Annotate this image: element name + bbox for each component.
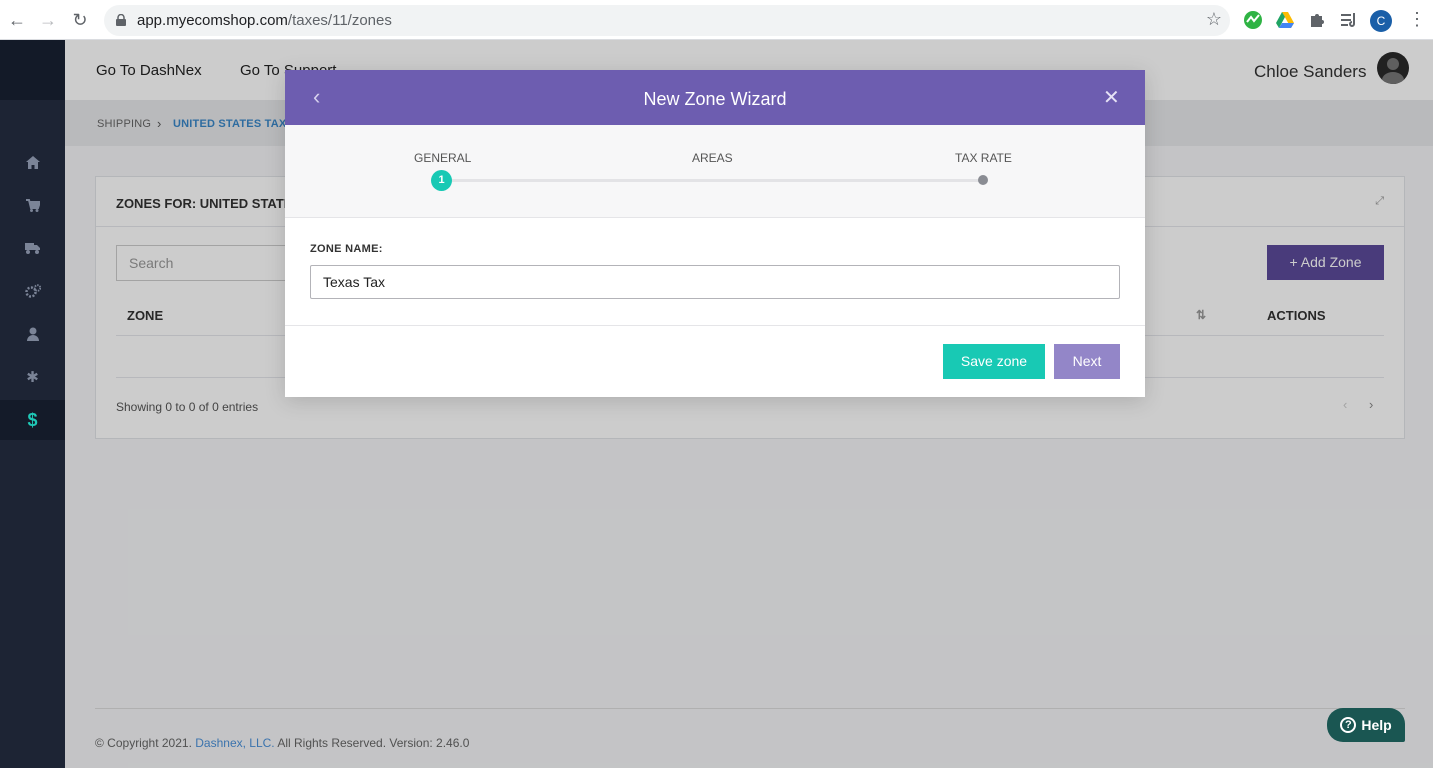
- asterisk-icon[interactable]: ✱: [0, 357, 65, 397]
- back-arrow-icon[interactable]: ←: [6, 9, 28, 31]
- step-tax-rate[interactable]: TAX RATE: [955, 151, 1012, 165]
- step-areas[interactable]: AREAS: [692, 151, 733, 165]
- question-icon: ?: [1340, 717, 1357, 733]
- google-drive-icon[interactable]: [1275, 10, 1295, 30]
- step-progress-track: [441, 179, 983, 182]
- zone-name-input[interactable]: [310, 265, 1120, 299]
- new-zone-wizard-modal: ‹ New Zone Wizard ✕ GENERAL AREAS TAX RA…: [285, 70, 1145, 397]
- dollar-icon[interactable]: $: [0, 400, 65, 440]
- media-queue-icon[interactable]: [1339, 10, 1359, 30]
- profile-avatar[interactable]: C: [1370, 10, 1392, 32]
- home-icon[interactable]: [0, 142, 65, 182]
- user-icon[interactable]: [0, 314, 65, 354]
- reload-icon[interactable]: ↻: [69, 9, 91, 31]
- extension-green-icon[interactable]: [1243, 10, 1263, 30]
- forward-arrow-icon[interactable]: →: [37, 9, 59, 31]
- step-general[interactable]: GENERAL: [414, 151, 471, 165]
- bookmark-star-icon[interactable]: ☆: [1206, 9, 1222, 30]
- next-button[interactable]: Next: [1054, 344, 1120, 379]
- close-icon[interactable]: ✕: [1103, 85, 1120, 110]
- browser-toolbar: ← → ↻ app.myecomshop.com/taxes/11/zones …: [0, 0, 1433, 40]
- save-zone-button[interactable]: Save zone: [943, 344, 1045, 379]
- cart-icon[interactable]: [0, 185, 65, 225]
- step-indicator-last: [978, 175, 988, 185]
- sidebar-logo: [0, 40, 65, 100]
- address-bar[interactable]: app.myecomshop.com/taxes/11/zones ☆: [104, 5, 1230, 36]
- modal-footer-divider: [285, 325, 1145, 326]
- gears-icon[interactable]: [0, 271, 65, 311]
- help-button[interactable]: ? Help: [1327, 708, 1405, 742]
- url-text: app.myecomshop.com/taxes/11/zones: [137, 12, 392, 29]
- modal-header: ‹ New Zone Wizard ✕: [285, 70, 1145, 125]
- lock-icon: [116, 14, 126, 26]
- browser-menu-icon[interactable]: ⋮: [1408, 9, 1426, 30]
- truck-icon[interactable]: [0, 228, 65, 268]
- extensions-puzzle-icon[interactable]: [1307, 10, 1327, 30]
- zone-name-label: ZONE NAME:: [310, 243, 383, 255]
- sidebar: ✱ $: [0, 40, 65, 768]
- wizard-steps: GENERAL AREAS TAX RATE 1: [285, 125, 1145, 218]
- modal-title: New Zone Wizard: [643, 89, 787, 109]
- step-indicator-current: 1: [431, 170, 452, 191]
